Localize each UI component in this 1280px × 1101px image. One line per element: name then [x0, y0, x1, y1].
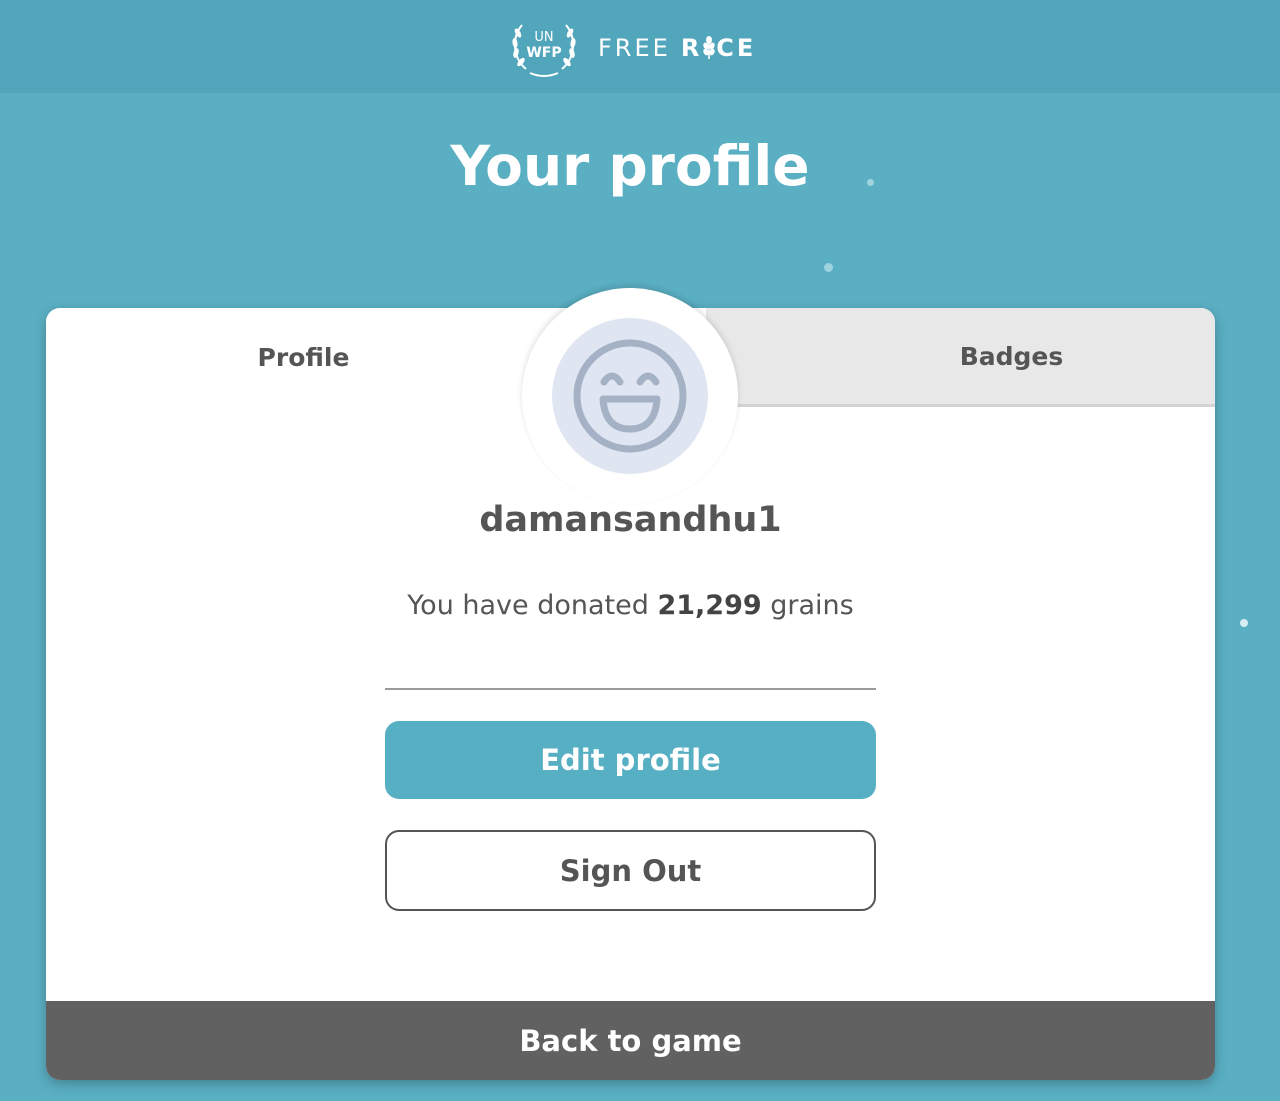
- avatar-ring: [522, 288, 738, 504]
- back-to-game-button[interactable]: Back to game: [46, 1001, 1215, 1080]
- tab-profile[interactable]: Profile: [46, 308, 561, 406]
- brand-rice-ce: CE: [716, 34, 757, 62]
- decorative-dot: [867, 179, 874, 186]
- username: damansandhu1: [479, 500, 782, 540]
- donated-amount: 21,299: [657, 590, 762, 621]
- brand-rice-text: R CE: [681, 34, 757, 62]
- freerice-logo[interactable]: UN WFP FREE R CE: [508, 17, 756, 79]
- tab-profile-label: Profile: [257, 342, 350, 372]
- page-title: Your profile: [450, 134, 810, 198]
- decorative-dot: [824, 263, 833, 272]
- edit-profile-button[interactable]: Edit profile: [385, 721, 876, 799]
- tab-badges-label: Badges: [959, 341, 1064, 371]
- divider: [385, 688, 876, 690]
- freerice-wordmark: FREE R CE: [598, 34, 756, 62]
- tab-badges[interactable]: Badges: [706, 308, 1215, 407]
- brand-rice-r: R: [680, 34, 703, 62]
- donated-prefix: You have donated: [407, 590, 649, 621]
- sign-out-button[interactable]: Sign Out: [385, 830, 876, 911]
- grinning-face-icon: [573, 339, 687, 453]
- un-wfp-emblem-icon: UN WFP: [512, 24, 576, 77]
- decorative-dot: [1240, 619, 1248, 627]
- donated-suffix: grains: [770, 590, 854, 621]
- donation-summary: You have donated 21,299 grains: [46, 590, 1215, 621]
- rice-grain-icon: [703, 36, 716, 59]
- logo-wfp-text: WFP: [526, 45, 561, 61]
- top-header: UN WFP FREE R CE: [0, 0, 1280, 93]
- brand-free-text: FREE: [598, 34, 671, 62]
- logo-un-text: UN: [534, 30, 553, 45]
- avatar[interactable]: [552, 318, 708, 474]
